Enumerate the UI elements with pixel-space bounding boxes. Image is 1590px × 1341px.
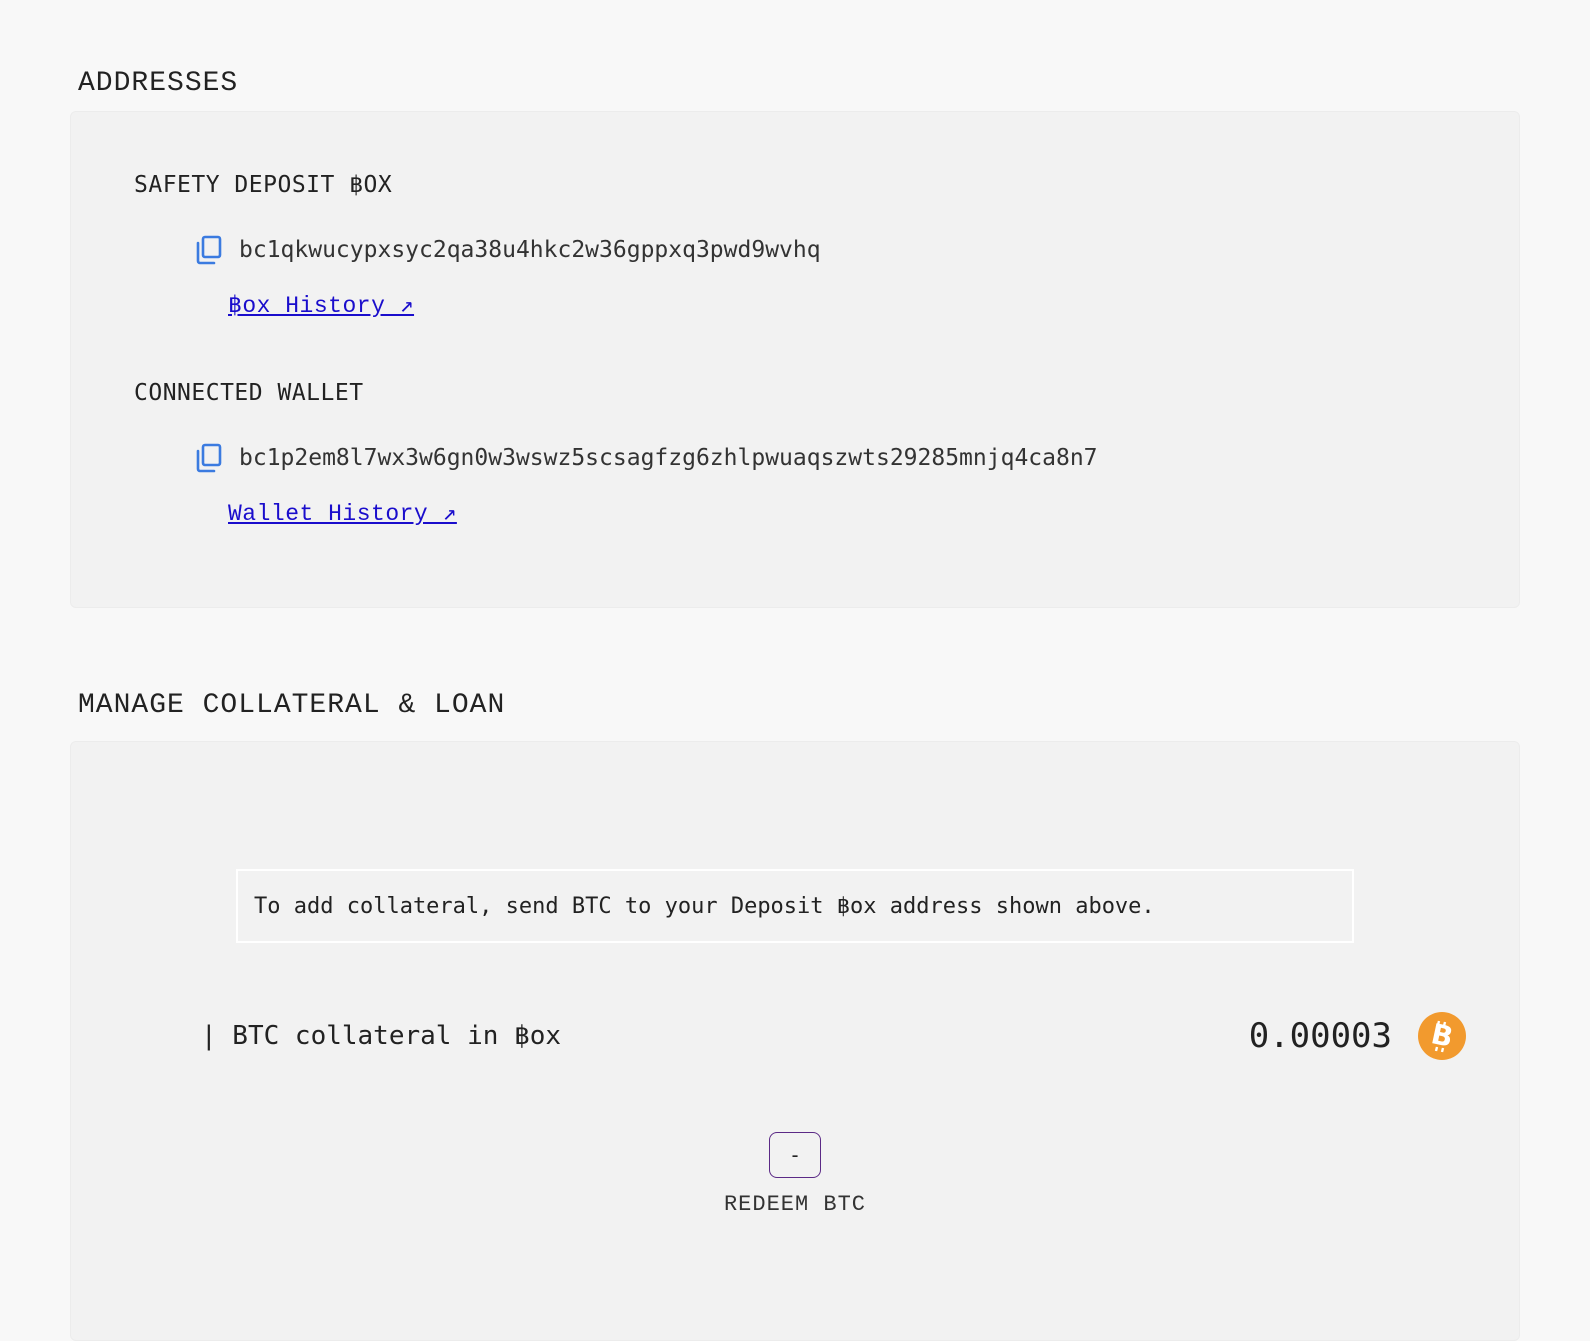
deposit-box-address: bc1qkwucypxsyc2qa38u4hkc2w36gppxq3pwd9wv… <box>239 237 821 263</box>
wallet-address-row: bc1p2em8l7wx3w6gn0w3wswz5scsagfzg6zhlpwu… <box>195 443 1098 473</box>
addresses-card: SAFETY DEPOSIT ฿OX bc1qkwucypxsyc2qa38u4… <box>70 111 1520 608</box>
wallet-address: bc1p2em8l7wx3w6gn0w3wswz5scsagfzg6zhlpwu… <box>239 445 1098 471</box>
deposit-box-label-text: SAFETY DEPOSIT ฿OX <box>134 172 393 198</box>
collateral-value-group: 0.00003 B <box>1249 1012 1466 1060</box>
addresses-section-title: ADDRESSES <box>78 68 239 99</box>
add-collateral-info-box: To add collateral, send BTC to your Depo… <box>236 869 1354 943</box>
copy-icon[interactable] <box>195 443 223 473</box>
deposit-box-label: SAFETY DEPOSIT ฿OX <box>134 172 392 198</box>
collateral-label: | BTC collateral in ฿ox <box>201 1021 562 1051</box>
connected-wallet-label-text: CONNECTED WALLET <box>134 380 364 406</box>
box-history-link[interactable]: ฿ox History ↗ <box>228 292 414 319</box>
collateral-row: | BTC collateral in ฿ox 0.00003 B <box>201 1008 1466 1064</box>
manage-section-title: MANAGE COLLATERAL & LOAN <box>78 690 506 721</box>
add-collateral-info-text: To add collateral, send BTC to your Depo… <box>254 893 1155 919</box>
redeem-btc-button[interactable]: - <box>769 1132 821 1178</box>
collateral-amount: 0.00003 <box>1248 1016 1392 1056</box>
copy-icon[interactable] <box>195 235 223 265</box>
manage-card: To add collateral, send BTC to your Depo… <box>70 741 1520 1341</box>
redeem-btc-label: REDEEM BTC <box>723 1192 867 1217</box>
deposit-box-address-row: bc1qkwucypxsyc2qa38u4hkc2w36gppxq3pwd9wv… <box>195 235 821 265</box>
connected-wallet-label: CONNECTED WALLET <box>134 380 364 406</box>
wallet-history-link[interactable]: Wallet History ↗ <box>228 500 457 527</box>
bitcoin-icon: B <box>1418 1012 1466 1060</box>
